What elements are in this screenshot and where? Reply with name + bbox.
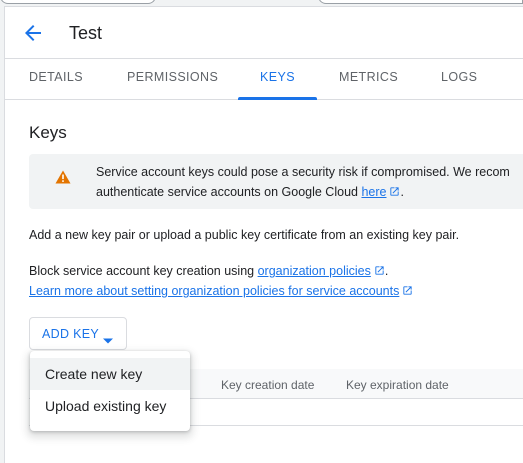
- menu-item-create-new-key[interactable]: Create new key: [30, 358, 190, 390]
- tab-logs[interactable]: LOGS: [441, 59, 477, 100]
- caret-down-icon: [103, 331, 113, 349]
- tab-keys[interactable]: KEYS: [238, 59, 317, 100]
- page-title: Test: [69, 23, 103, 43]
- add-key-button[interactable]: ADD KEY: [29, 317, 127, 350]
- block-creation-text: Block service account key creation using…: [29, 264, 388, 279]
- warning-text-line2: authenticate service accounts on Google …: [96, 185, 362, 199]
- keys-intro-text: Add a new key pair or upload a public ke…: [29, 228, 460, 242]
- learn-more-link[interactable]: Learn more about setting organization po…: [29, 284, 399, 298]
- tab-details[interactable]: DETAILS: [29, 59, 83, 100]
- back-arrow-icon[interactable]: [21, 21, 45, 45]
- column-header-creation-date[interactable]: Key creation date: [221, 378, 314, 392]
- tab-permissions[interactable]: PERMISSIONS: [127, 59, 218, 100]
- warning-icon: [55, 170, 71, 189]
- browser-tab[interactable]: [318, 0, 523, 4]
- browser-tab[interactable]: [0, 0, 156, 4]
- external-link-icon: [389, 183, 400, 203]
- external-link-icon: [374, 265, 385, 279]
- tab-metrics[interactable]: METRICS: [339, 59, 398, 100]
- external-link-icon: [402, 285, 413, 299]
- warning-text-line1: Service account keys could pose a securi…: [96, 165, 510, 179]
- warning-banner: Service account keys could pose a securi…: [29, 154, 523, 209]
- warning-message: Service account keys could pose a securi…: [96, 162, 523, 203]
- page: Test DETAILS PERMISSIONS KEYS METRICS LO…: [4, 6, 523, 463]
- warning-text-suffix: .: [400, 185, 404, 199]
- menu-item-upload-existing-key[interactable]: Upload existing key: [30, 390, 190, 422]
- page-header: Test: [5, 7, 523, 59]
- add-key-menu: Create new key Upload existing key: [30, 351, 190, 431]
- column-header-expiration-date[interactable]: Key expiration date: [346, 378, 449, 392]
- block-text-suffix: .: [384, 264, 389, 278]
- section-title: Keys: [29, 123, 67, 142]
- org-policies-link[interactable]: organization policies: [258, 264, 371, 278]
- tab-bar: DETAILS PERMISSIONS KEYS METRICS LOGS: [5, 59, 523, 100]
- warning-here-link[interactable]: here: [361, 185, 386, 199]
- add-key-label: ADD KEY: [42, 327, 99, 341]
- learn-more-line: Learn more about setting organization po…: [29, 284, 413, 299]
- block-text-prefix: Block service account key creation using: [29, 264, 258, 278]
